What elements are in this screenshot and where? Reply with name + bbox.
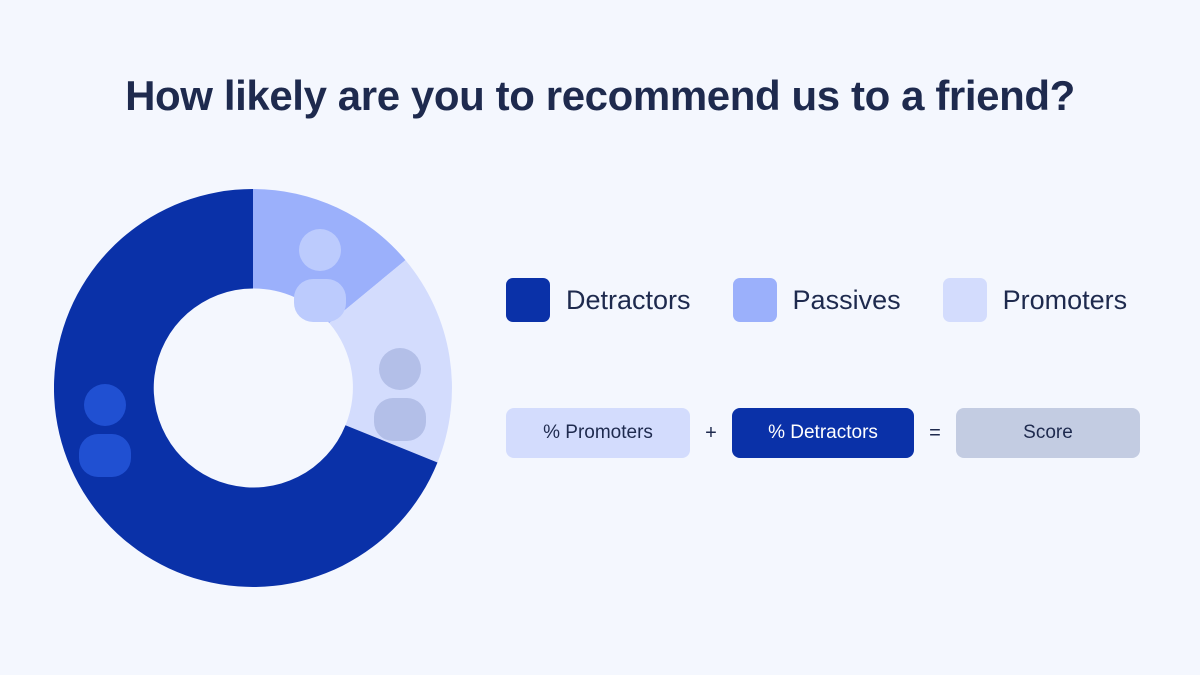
nps-formula: % Promoters + % Detractors = Score bbox=[506, 408, 1140, 458]
legend-item-detractors[interactable]: Detractors bbox=[506, 278, 691, 322]
nps-donut-chart bbox=[54, 189, 452, 587]
legend-item-label: Passives bbox=[792, 284, 901, 315]
square-swatch-icon bbox=[942, 278, 987, 322]
formula-pill-promoters[interactable]: % Promoters bbox=[506, 408, 690, 458]
formula-pill-detractors[interactable]: % Detractors bbox=[732, 408, 914, 458]
legend-item-label: Promoters bbox=[1002, 284, 1128, 315]
legend-item-promoters[interactable]: Promoters bbox=[942, 278, 1128, 322]
page-title: How likely are you to recommend us to a … bbox=[125, 72, 1075, 119]
square-swatch-icon bbox=[732, 278, 777, 322]
formula-plus-operator: + bbox=[705, 421, 717, 444]
square-swatch-icon bbox=[506, 278, 550, 322]
chart-legend: Detractors Passives Promoters bbox=[506, 278, 1127, 322]
formula-equals-operator: = bbox=[929, 421, 941, 444]
legend-item-label: Detractors bbox=[566, 284, 691, 315]
legend-item-passives[interactable]: Passives bbox=[732, 278, 901, 322]
donut-svg bbox=[54, 189, 452, 587]
formula-pill-score[interactable]: Score bbox=[956, 408, 1140, 458]
